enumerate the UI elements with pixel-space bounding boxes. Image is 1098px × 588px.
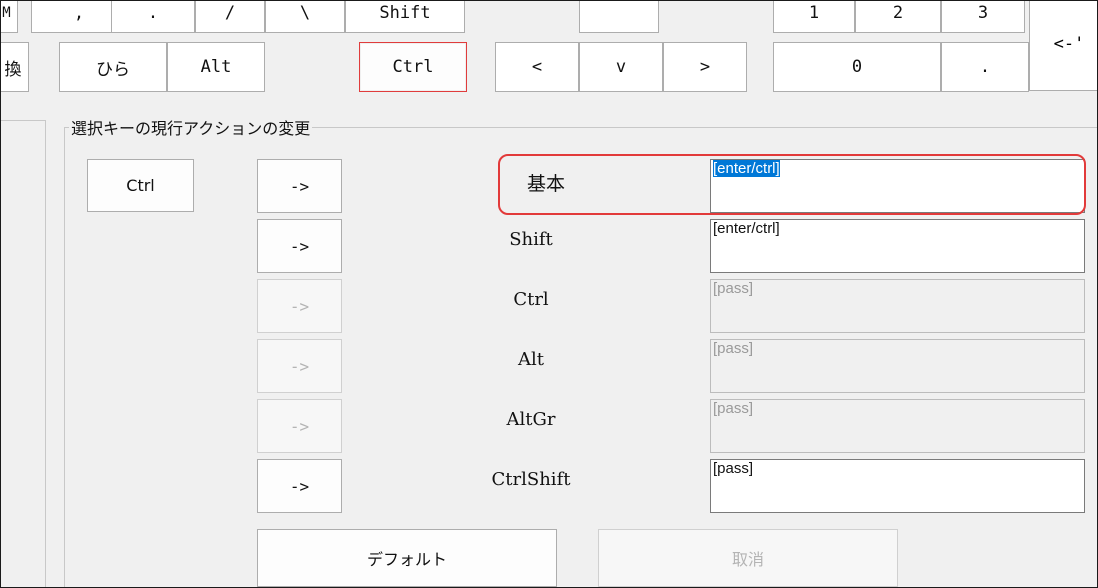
cancel-button-label: 取消	[731, 550, 764, 569]
key-label: Ctrl	[392, 57, 434, 77]
key-label: Shift	[379, 3, 431, 23]
key-config-dialog: M , . / \ Shift 1 2 3 <-' 換 ひら Alt Ctrl …	[0, 0, 1098, 588]
key-ctrl[interactable]: Ctrl	[359, 42, 467, 92]
key-num-2[interactable]: 2	[855, 1, 941, 33]
apply-ctrl-button[interactable]: ->	[257, 279, 342, 333]
selected-text: [enter/ctrl]	[713, 160, 780, 177]
key-shift[interactable]: Shift	[345, 1, 465, 33]
apply-ctrlshift-button[interactable]: ->	[257, 459, 342, 513]
key-backslash[interactable]: \	[265, 1, 345, 33]
ctrlshift-action-field[interactable]: [pass]	[710, 459, 1085, 513]
arrow-label: ->	[289, 176, 310, 196]
key-list-panel	[1, 120, 46, 587]
key-label: M	[2, 5, 11, 21]
key-henkan[interactable]: 換	[1, 42, 29, 92]
key-up[interactable]	[579, 1, 659, 33]
key-label: 0	[851, 57, 863, 77]
key-label: ひら	[96, 59, 130, 80]
label-ctrl: Ctrl	[513, 289, 549, 310]
key-label: <-'	[1053, 34, 1085, 54]
label-altgr: AltGr	[506, 409, 556, 430]
key-label: <	[531, 57, 543, 77]
field-text: [enter/ctrl]	[713, 220, 780, 237]
selected-key-label: Ctrl	[126, 176, 155, 195]
key-label: 換	[4, 59, 22, 80]
key-label: v	[615, 57, 627, 77]
altgr-action-field: [pass]	[710, 399, 1085, 453]
key-label: .	[147, 3, 159, 23]
label-alt: Alt	[518, 349, 544, 370]
field-text: [pass]	[713, 280, 754, 297]
apply-altgr-button[interactable]: ->	[257, 399, 342, 453]
key-label: .	[979, 57, 991, 77]
key-label: 1	[808, 3, 820, 23]
apply-alt-button[interactable]: ->	[257, 339, 342, 393]
key-hiragana[interactable]: ひら	[59, 42, 167, 92]
key-num-dot[interactable]: .	[941, 42, 1029, 92]
arrow-label: ->	[289, 236, 310, 256]
key-period[interactable]: .	[111, 1, 195, 33]
arrow-label: ->	[289, 476, 310, 496]
apply-shift-button[interactable]: ->	[257, 219, 342, 273]
field-text: [pass]	[713, 400, 754, 417]
key-alt[interactable]: Alt	[167, 42, 265, 92]
key-label: 3	[977, 3, 989, 23]
key-slash[interactable]: /	[195, 1, 265, 33]
key-label: Alt	[200, 57, 232, 77]
key-left[interactable]: <	[495, 42, 579, 92]
label-shift: Shift	[509, 229, 553, 250]
key-num-0[interactable]: 0	[773, 42, 941, 92]
key-right[interactable]: >	[663, 42, 747, 92]
alt-action-field: [pass]	[710, 339, 1085, 393]
group-title: 選択キーの現行アクションの変更	[69, 115, 313, 139]
default-button-label: デフォルト	[366, 550, 447, 569]
label-ctrlshift: CtrlShift	[491, 469, 571, 490]
selected-key-button[interactable]: Ctrl	[87, 159, 194, 212]
cancel-button[interactable]: 取消	[598, 529, 898, 587]
arrow-label: ->	[289, 356, 310, 376]
default-button[interactable]: デフォルト	[257, 529, 557, 587]
key-numpad-enter[interactable]: <-'	[1029, 1, 1097, 91]
arrow-label: ->	[289, 416, 310, 436]
apply-base-button[interactable]: ->	[257, 159, 342, 213]
key-label: ,	[73, 3, 85, 23]
arrow-label: ->	[289, 296, 310, 316]
key-label: 2	[892, 3, 904, 23]
shift-action-field[interactable]: [enter/ctrl]	[710, 219, 1085, 273]
key-m[interactable]: M	[1, 1, 18, 33]
key-num-3[interactable]: 3	[941, 1, 1025, 33]
field-text: [pass]	[713, 460, 754, 477]
key-label: \	[299, 3, 311, 23]
ctrl-action-field: [pass]	[710, 279, 1085, 333]
key-num-1[interactable]: 1	[773, 1, 855, 33]
label-base: 基本	[526, 173, 565, 195]
key-label: /	[224, 3, 236, 23]
field-text: [pass]	[713, 340, 754, 357]
key-label: >	[699, 57, 711, 77]
base-action-field[interactable]: [enter/ctrl]	[710, 159, 1085, 213]
key-down[interactable]: v	[579, 42, 663, 92]
